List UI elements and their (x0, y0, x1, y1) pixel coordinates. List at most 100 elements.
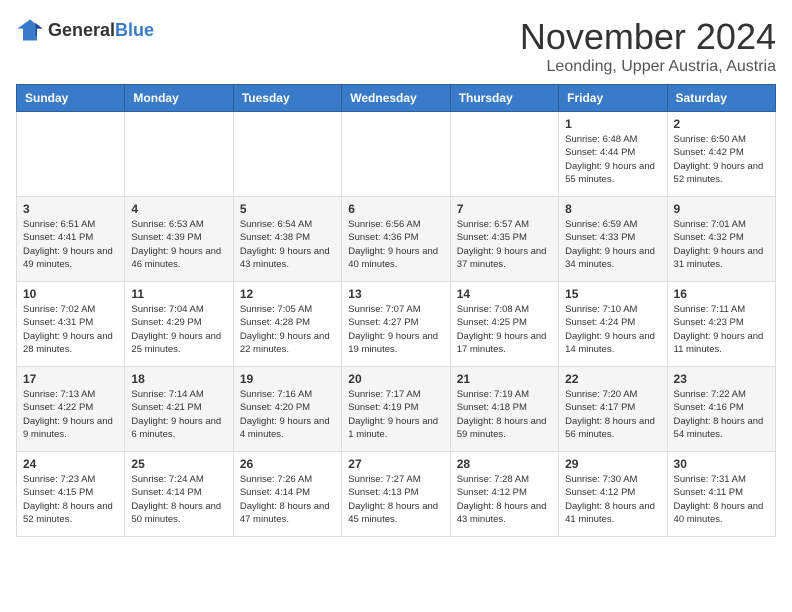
calendar-cell: 11Sunrise: 7:04 AM Sunset: 4:29 PM Dayli… (125, 282, 233, 367)
day-number: 14 (457, 287, 552, 301)
calendar-cell: 8 Sunrise: 6:59 AM Sunset: 4:33 PM Daylig… (559, 197, 667, 282)
day-number: 18 (131, 372, 226, 386)
day-number: 29 (565, 457, 660, 471)
calendar-cell (125, 112, 233, 197)
month-title: November 2024 (520, 16, 776, 58)
calendar-cell: 3 Sunrise: 6:51 AM Sunset: 4:41 PM Daylig… (17, 197, 125, 282)
calendar-cell: 26 Sunrise: 7:26 AM Sunset: 4:14 PM Dayli… (233, 452, 341, 537)
calendar-week-row: 3 Sunrise: 6:51 AM Sunset: 4:41 PM Daylig… (17, 197, 776, 282)
calendar-cell: 25Sunrise: 7:24 AM Sunset: 4:14 PM Dayli… (125, 452, 233, 537)
weekday-header: Sunday (17, 85, 125, 112)
day-number: 7 (457, 202, 552, 216)
day-number: 20 (348, 372, 443, 386)
calendar-cell: 18 Sunrise: 7:14 AM Sunset: 4:21 PM Dayli… (125, 367, 233, 452)
day-number: 8 (565, 202, 660, 216)
day-number: 1 (565, 117, 660, 131)
logo: GeneralBlue (16, 16, 154, 44)
day-number: 26 (240, 457, 335, 471)
day-number: 17 (23, 372, 118, 386)
logo-text: GeneralBlue (48, 20, 154, 41)
calendar-cell: 2 Sunrise: 6:50 AM Sunset: 4:42 PM Daylig… (667, 112, 775, 197)
day-info: Sunrise: 7:28 AM Sunset: 4:12 PM Dayligh… (457, 473, 552, 526)
day-info: Sunrise: 6:57 AM Sunset: 4:35 PM Dayligh… (457, 218, 552, 271)
day-number: 10 (23, 287, 118, 301)
calendar-cell: 5Sunrise: 6:54 AM Sunset: 4:38 PM Daylig… (233, 197, 341, 282)
calendar-cell: 9 Sunrise: 7:01 AM Sunset: 4:32 PM Daylig… (667, 197, 775, 282)
day-number: 12 (240, 287, 335, 301)
day-number: 2 (674, 117, 769, 131)
day-info: Sunrise: 7:26 AM Sunset: 4:14 PM Dayligh… (240, 473, 335, 526)
weekday-header: Saturday (667, 85, 775, 112)
calendar-week-row: 1 Sunrise: 6:48 AM Sunset: 4:44 PM Daylig… (17, 112, 776, 197)
day-number: 24 (23, 457, 118, 471)
day-number: 9 (674, 202, 769, 216)
day-info: Sunrise: 7:08 AM Sunset: 4:25 PM Dayligh… (457, 303, 552, 356)
calendar-cell: 12 Sunrise: 7:05 AM Sunset: 4:28 PM Dayli… (233, 282, 341, 367)
calendar-cell: 13 Sunrise: 7:07 AM Sunset: 4:27 PM Dayli… (342, 282, 450, 367)
day-number: 30 (674, 457, 769, 471)
day-info: Sunrise: 7:14 AM Sunset: 4:21 PM Dayligh… (131, 388, 226, 441)
location-subtitle: Leonding, Upper Austria, Austria (520, 58, 776, 76)
calendar-cell: 1 Sunrise: 6:48 AM Sunset: 4:44 PM Daylig… (559, 112, 667, 197)
day-info: Sunrise: 7:13 AM Sunset: 4:22 PM Dayligh… (23, 388, 118, 441)
calendar-cell: 6 Sunrise: 6:56 AM Sunset: 4:36 PM Daylig… (342, 197, 450, 282)
day-info: Sunrise: 7:22 AM Sunset: 4:16 PM Dayligh… (674, 388, 769, 441)
day-number: 6 (348, 202, 443, 216)
day-info: Sunrise: 7:20 AM Sunset: 4:17 PM Dayligh… (565, 388, 660, 441)
weekday-header: Friday (559, 85, 667, 112)
day-info: Sunrise: 7:01 AM Sunset: 4:32 PM Dayligh… (674, 218, 769, 271)
calendar-cell: 30 Sunrise: 7:31 AM Sunset: 4:11 PM Dayli… (667, 452, 775, 537)
day-number: 28 (457, 457, 552, 471)
day-info: Sunrise: 7:31 AM Sunset: 4:11 PM Dayligh… (674, 473, 769, 526)
logo-icon (16, 16, 44, 44)
day-info: Sunrise: 7:23 AM Sunset: 4:15 PM Dayligh… (23, 473, 118, 526)
calendar-week-row: 10 Sunrise: 7:02 AM Sunset: 4:31 PM Dayli… (17, 282, 776, 367)
calendar-cell: 19Sunrise: 7:16 AM Sunset: 4:20 PM Dayli… (233, 367, 341, 452)
calendar-cell: 4Sunrise: 6:53 AM Sunset: 4:39 PM Daylig… (125, 197, 233, 282)
day-info: Sunrise: 6:56 AM Sunset: 4:36 PM Dayligh… (348, 218, 443, 271)
day-info: Sunrise: 7:24 AM Sunset: 4:14 PM Dayligh… (131, 473, 226, 526)
title-area: November 2024 Leonding, Upper Austria, A… (520, 16, 776, 76)
day-info: Sunrise: 7:07 AM Sunset: 4:27 PM Dayligh… (348, 303, 443, 356)
calendar-cell: 27Sunrise: 7:27 AM Sunset: 4:13 PM Dayli… (342, 452, 450, 537)
day-info: Sunrise: 6:53 AM Sunset: 4:39 PM Dayligh… (131, 218, 226, 271)
calendar-week-row: 17 Sunrise: 7:13 AM Sunset: 4:22 PM Dayli… (17, 367, 776, 452)
page-header: GeneralBlue November 2024 Leonding, Uppe… (16, 16, 776, 76)
day-number: 23 (674, 372, 769, 386)
calendar-cell: 28 Sunrise: 7:28 AM Sunset: 4:12 PM Dayli… (450, 452, 558, 537)
weekday-header: Monday (125, 85, 233, 112)
day-info: Sunrise: 7:17 AM Sunset: 4:19 PM Dayligh… (348, 388, 443, 441)
day-info: Sunrise: 7:19 AM Sunset: 4:18 PM Dayligh… (457, 388, 552, 441)
calendar-cell: 15Sunrise: 7:10 AM Sunset: 4:24 PM Dayli… (559, 282, 667, 367)
day-info: Sunrise: 7:11 AM Sunset: 4:23 PM Dayligh… (674, 303, 769, 356)
calendar-week-row: 24 Sunrise: 7:23 AM Sunset: 4:15 PM Dayli… (17, 452, 776, 537)
day-info: Sunrise: 6:51 AM Sunset: 4:41 PM Dayligh… (23, 218, 118, 271)
day-number: 21 (457, 372, 552, 386)
day-info: Sunrise: 7:05 AM Sunset: 4:28 PM Dayligh… (240, 303, 335, 356)
calendar-cell: 20 Sunrise: 7:17 AM Sunset: 4:19 PM Dayli… (342, 367, 450, 452)
calendar-cell (342, 112, 450, 197)
day-info: Sunrise: 6:50 AM Sunset: 4:42 PM Dayligh… (674, 133, 769, 186)
calendar-cell (450, 112, 558, 197)
day-info: Sunrise: 7:02 AM Sunset: 4:31 PM Dayligh… (23, 303, 118, 356)
day-info: Sunrise: 6:59 AM Sunset: 4:33 PM Dayligh… (565, 218, 660, 271)
calendar-cell: 29 Sunrise: 7:30 AM Sunset: 4:12 PM Dayli… (559, 452, 667, 537)
calendar-cell: 21 Sunrise: 7:19 AM Sunset: 4:18 PM Dayli… (450, 367, 558, 452)
day-number: 27 (348, 457, 443, 471)
day-number: 13 (348, 287, 443, 301)
calendar-cell: 17 Sunrise: 7:13 AM Sunset: 4:22 PM Dayli… (17, 367, 125, 452)
calendar-cell: 14 Sunrise: 7:08 AM Sunset: 4:25 PM Dayli… (450, 282, 558, 367)
day-number: 22 (565, 372, 660, 386)
calendar-cell: 22 Sunrise: 7:20 AM Sunset: 4:17 PM Dayli… (559, 367, 667, 452)
weekday-header: Tuesday (233, 85, 341, 112)
day-number: 3 (23, 202, 118, 216)
day-number: 15 (565, 287, 660, 301)
calendar-cell: 7 Sunrise: 6:57 AM Sunset: 4:35 PM Daylig… (450, 197, 558, 282)
day-number: 16 (674, 287, 769, 301)
calendar-header-row: SundayMondayTuesdayWednesdayThursdayFrid… (17, 85, 776, 112)
calendar-cell: 16 Sunrise: 7:11 AM Sunset: 4:23 PM Dayli… (667, 282, 775, 367)
day-info: Sunrise: 6:48 AM Sunset: 4:44 PM Dayligh… (565, 133, 660, 186)
day-info: Sunrise: 7:16 AM Sunset: 4:20 PM Dayligh… (240, 388, 335, 441)
calendar-cell: 24 Sunrise: 7:23 AM Sunset: 4:15 PM Dayli… (17, 452, 125, 537)
day-info: Sunrise: 7:30 AM Sunset: 4:12 PM Dayligh… (565, 473, 660, 526)
